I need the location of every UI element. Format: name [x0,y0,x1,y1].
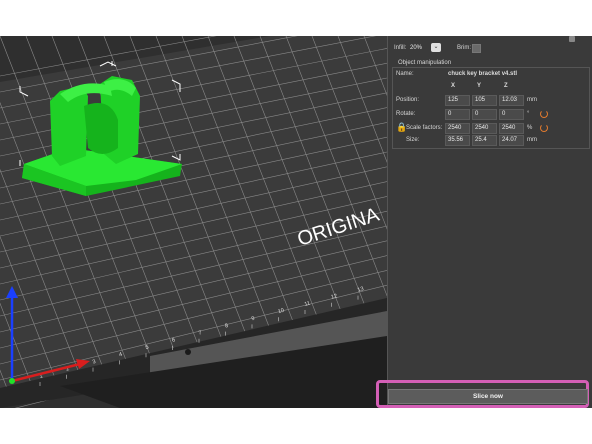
reset-scale-icon[interactable] [540,124,548,132]
infill-label: Infill: [394,45,407,51]
size-label: Size: [406,137,420,143]
scale-x-field[interactable]: 2540 [445,123,470,134]
scrollbar[interactable] [569,36,575,42]
size-unit: mm [527,137,537,143]
size-z-field[interactable]: 24.07 [499,135,524,146]
rotate-label: Rotate: [396,111,416,117]
rotate-y-field[interactable]: 0 [472,109,497,120]
infill-dropdown-arrow[interactable]: ⌄ [431,43,441,52]
prusaslicer-window: 1 2 3 4 5 6 7 8 9 10 11 12 13 ORIGINA In… [0,36,592,408]
name-label: Name: [396,71,414,77]
object-manipulation-title: Object manipulation [398,60,452,66]
scale-unit: % [527,125,533,131]
column-z: Z [504,83,508,89]
reset-rotation-icon[interactable] [540,110,548,118]
rotate-x-field[interactable]: 0 [445,109,470,120]
brim-checkbox[interactable] [472,44,481,53]
position-label: Position: [396,97,420,103]
position-y-field[interactable]: 105 [472,95,497,106]
size-y-field[interactable]: 25.4 [472,135,497,146]
scale-y-field[interactable]: 2540 [472,123,497,134]
object-name: chuck key bracket v4.stl [448,71,518,77]
rotate-z-field[interactable]: 0 [499,109,524,120]
position-x-field[interactable]: 125 [445,95,470,106]
3d-viewport[interactable]: 1 2 3 4 5 6 7 8 9 10 11 12 13 ORIGINA [0,36,387,408]
column-y: Y [477,83,482,89]
position-z-field[interactable]: 12.03 [499,95,524,106]
scale-z-field[interactable]: 2540 [499,123,524,134]
size-x-field[interactable]: 35.56 [445,135,470,146]
sidebar-panel: Infill: 20% ⌄ Brim: Object manipulation … [387,36,592,408]
brim-label: Brim: [457,45,471,51]
rotate-unit: ° [527,111,530,117]
slice-now-button[interactable]: Slice now [388,389,588,404]
scale-label: Scale factors: [406,125,443,131]
position-unit: mm [527,97,537,103]
infill-combobox[interactable]: 20% [407,43,431,54]
column-x: X [451,83,456,89]
